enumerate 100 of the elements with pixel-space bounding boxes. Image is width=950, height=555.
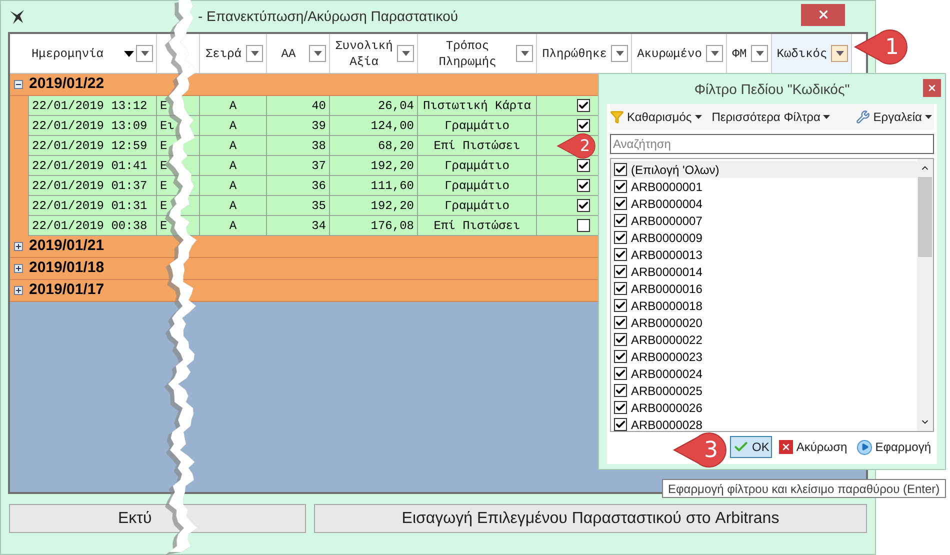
check-icon [578,160,589,171]
tooltip: Εφαρμογή φίλτρου και κλείσιμο παραθύρου (Enter) [662,479,946,498]
dropdown-button[interactable] [516,45,533,62]
expand-icon[interactable] [14,242,23,251]
checkbox[interactable] [614,418,627,431]
check-icon [578,100,589,111]
expand-icon[interactable] [14,286,23,295]
expand-icon[interactable] [14,264,23,273]
checkbox[interactable] [614,350,627,363]
check-icon [615,351,626,362]
caret-icon [402,51,410,56]
filter-item[interactable]: ARB0000026 [611,399,917,416]
dropdown-button[interactable] [611,45,628,62]
check-icon [615,232,626,243]
caret-icon [314,51,322,56]
check-icon [615,181,626,192]
play-icon [857,440,872,454]
checkbox[interactable] [614,282,627,295]
column-header[interactable]: ΑΑ [267,34,330,73]
checkbox[interactable] [614,265,627,278]
filter-item[interactable]: ARB0000020 [611,314,917,331]
checkbox[interactable] [614,214,627,227]
dropdown-button[interactable] [246,45,263,62]
dropdown-button[interactable] [831,45,848,62]
checkbox[interactable] [614,367,627,380]
checkbox[interactable] [577,219,590,232]
action-button[interactable]: Εισαγωγή Επιλεγμένου Παρασταστικού στο Arbitrans [314,504,867,533]
checkbox[interactable] [577,159,590,172]
filter-item[interactable]: ARB0000022 [611,331,917,348]
checkbox[interactable] [614,401,627,414]
toolbar-menu-button[interactable]: Εργαλεία [856,108,932,126]
check-icon [615,215,626,226]
caret-icon [836,51,844,56]
checkbox[interactable] [614,180,627,193]
check-icon [615,266,626,277]
filter-item[interactable]: ARB0000001 [611,178,917,195]
filter-item[interactable]: ARB0000007 [611,212,917,229]
scrollbar[interactable] [917,159,933,431]
group-label: 2019/01/17 [29,280,104,300]
close-icon [927,83,937,93]
checkbox[interactable] [614,163,627,176]
check-icon [578,200,589,211]
dropdown-button[interactable] [397,45,414,62]
checkbox[interactable] [577,179,590,192]
column-header[interactable]: Συνολική Αξία [330,34,418,73]
filter-item[interactable]: ARB0000023 [611,348,917,365]
caret-icon [250,51,258,56]
checkbox[interactable] [614,316,627,329]
wrench-icon [856,110,870,124]
dropdown-button[interactable] [309,45,326,62]
checkbox[interactable] [614,384,627,397]
column-header[interactable]: Ημερομηνία [10,34,157,73]
check-icon [615,368,626,379]
toolbar-menu-button[interactable]: Περισσότερα Φίλτρα [712,108,830,126]
column-header[interactable]: Κωδικός [772,34,852,73]
popup-button[interactable]: Ακύρωση [776,436,850,458]
dropdown-button[interactable] [706,45,723,62]
search-field[interactable]: Αναζήτηση [610,134,934,154]
collapse-icon[interactable] [14,80,23,89]
check-icon [615,283,626,294]
caret-icon [710,51,718,56]
action-button[interactable]: Εκτύ [9,504,306,533]
popup-title: Φίλτρο Πεδίου "Κωδικός" [693,80,851,99]
filter-item[interactable]: (Επιλογή 'Ολων) [611,161,917,178]
popup-button[interactable]: OK [730,436,772,458]
checkbox[interactable] [577,199,590,212]
checkbox[interactable] [614,231,627,244]
column-header[interactable]: Σειρά [200,34,267,73]
close-icon [816,8,830,21]
check-icon [615,317,626,328]
group-label: 2019/01/18 [29,258,104,278]
check-icon [615,402,626,413]
check-icon [615,164,626,175]
close-button[interactable] [923,79,941,97]
column-header[interactable]: Πληρώθηκε [537,34,632,73]
column-header[interactable]: Τρόπος Πληρωμής [418,34,537,73]
checkbox[interactable] [614,299,627,312]
check-icon [615,385,626,396]
close-button[interactable] [801,4,845,26]
checkbox[interactable] [614,333,627,346]
checkbox[interactable] [577,119,590,132]
checkbox[interactable] [614,248,627,261]
step-callout: 2 [556,133,598,159]
toolbar-menu-button[interactable]: Καθαρισμός [610,108,702,126]
checkbox[interactable] [577,99,590,112]
filter-item[interactable]: ARB0000004 [611,195,917,212]
filter-item[interactable]: ARB0000025 [611,382,917,399]
window-title: - Επανεκτύπωση/Ακύρωση Παραστατικού [198,7,458,26]
dropdown-button[interactable] [136,45,153,62]
group-label: 2019/01/21 [29,236,104,256]
checkbox[interactable] [614,197,627,210]
check-icon [615,334,626,345]
cancel-icon [779,440,794,454]
filter-item[interactable]: ARB0000024 [611,365,917,382]
popup-button[interactable]: Εφαρμογή [854,436,934,458]
dropdown-button[interactable] [751,45,768,62]
check-icon [615,300,626,311]
check-icon [578,180,589,191]
filter-item[interactable]: ARB0000028 [611,416,917,433]
check-icon [615,249,626,260]
